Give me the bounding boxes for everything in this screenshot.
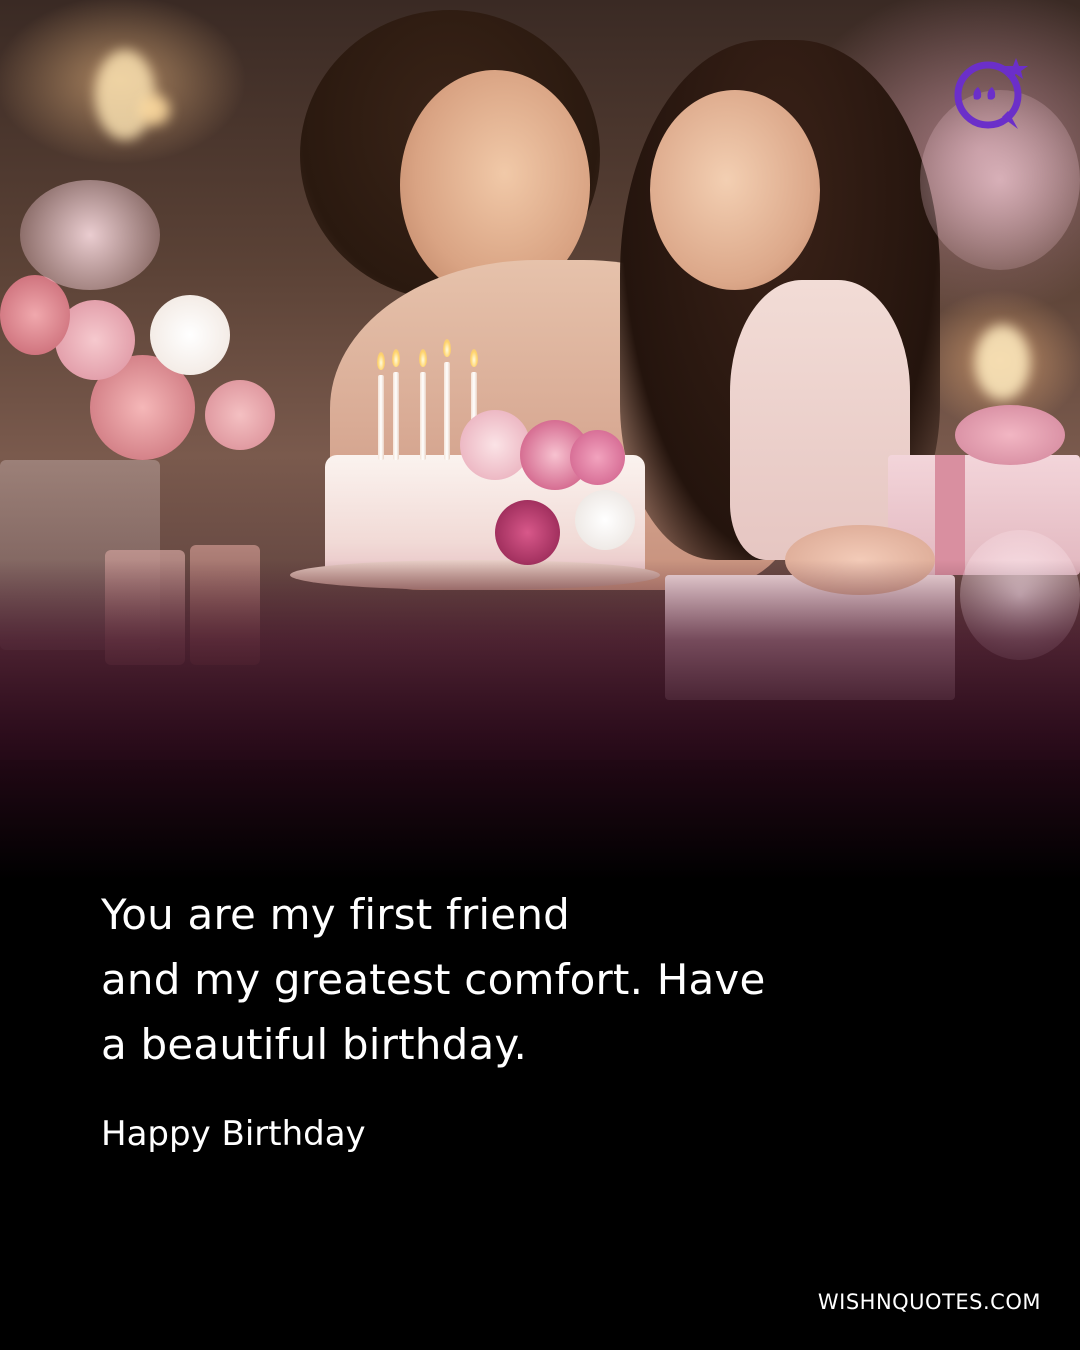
rose-flower [0,275,70,355]
gift-bow [955,405,1065,465]
candle-flame [470,349,478,367]
cake-flower [460,410,530,480]
background-candle-glow [95,50,155,140]
cake-flower [570,430,625,485]
cake-flower [575,490,635,550]
cake-candle [393,372,399,460]
cake-candle [378,375,384,460]
daughter-dress [730,280,910,560]
rose-flower [150,295,230,375]
cake-flower [495,500,560,565]
candle-flame [392,349,400,367]
cake-candle [444,362,450,460]
photo-gradient-overlay [0,560,1080,880]
rose-flower [205,380,275,450]
website-watermark: WISHNQUOTES.COM [817,1290,1041,1314]
quote-line: You are my first friend [101,890,570,939]
background-candle-glow [975,325,1030,400]
rose-flower [20,180,160,290]
gift-ribbon [935,455,965,575]
candle-flame [377,352,385,370]
cake-candle [420,372,426,460]
candle-flame [443,339,451,357]
birthday-card: You are my first friend and my greatest … [0,0,1080,1350]
candle-flame [419,349,427,367]
quote-line: and my greatest comfort. Have [101,955,766,1004]
quote-badge-icon [954,58,1028,129]
birthday-quote: You are my first friend and my greatest … [101,882,961,1077]
background-candle-glow [140,95,170,125]
greeting-subtitle: Happy Birthday [101,1114,366,1154]
quote-line: a beautiful birthday. [101,1020,528,1069]
daughter-face [650,90,820,290]
